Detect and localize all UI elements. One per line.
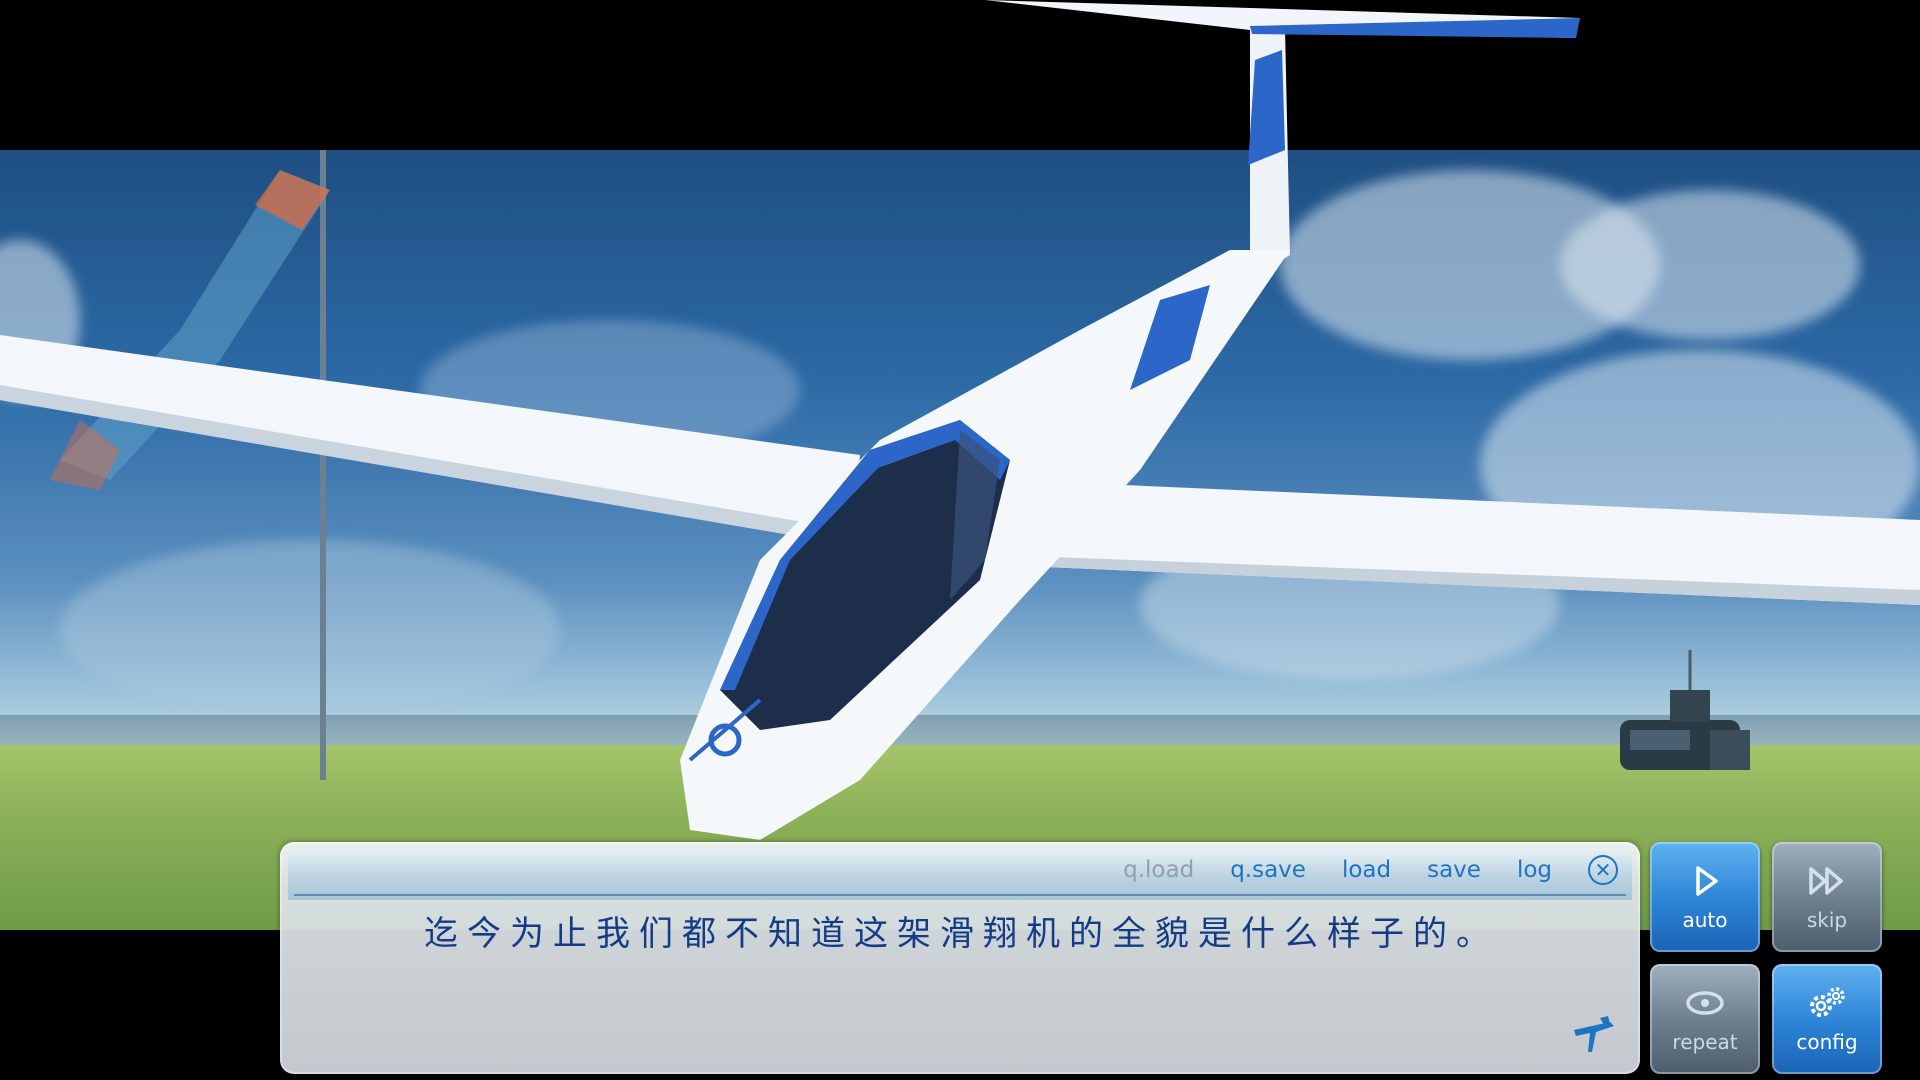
dialog-menu: q.load q.save load save log ✕ — [1123, 852, 1618, 888]
play-icon — [1696, 866, 1718, 896]
close-icon[interactable]: ✕ — [1588, 855, 1618, 885]
auto-label: auto — [1682, 908, 1728, 932]
fast-forward-icon — [1809, 867, 1843, 895]
glider-icon[interactable] — [1570, 1012, 1618, 1058]
config-button[interactable]: config — [1772, 964, 1882, 1074]
scene-background — [0, 150, 1920, 930]
quick-save-button[interactable]: q.save — [1230, 857, 1306, 883]
dialog-divider — [294, 894, 1626, 896]
save-button[interactable]: save — [1427, 857, 1481, 883]
repeat-button[interactable]: repeat — [1650, 964, 1760, 1074]
repeat-icon — [1686, 991, 1724, 1015]
dialog-box[interactable]: q.load q.save load save log ✕ 迄今为止我们都不知道… — [280, 842, 1640, 1074]
auto-button[interactable]: auto — [1650, 842, 1760, 952]
skip-label: skip — [1806, 908, 1848, 932]
skip-button[interactable]: skip — [1772, 842, 1882, 952]
dialog-text: 迄今为止我们都不知道这架滑翔机的全貌是什么样子的。 — [424, 914, 1499, 954]
repeat-label: repeat — [1672, 1030, 1738, 1054]
log-button[interactable]: log — [1517, 857, 1552, 883]
config-label: config — [1796, 1030, 1858, 1054]
gear-icon — [1810, 987, 1845, 1017]
winch-vehicle — [1620, 650, 1750, 770]
windsock — [50, 170, 330, 490]
load-button[interactable]: load — [1342, 857, 1391, 883]
quick-load-button[interactable]: q.load — [1123, 857, 1194, 883]
